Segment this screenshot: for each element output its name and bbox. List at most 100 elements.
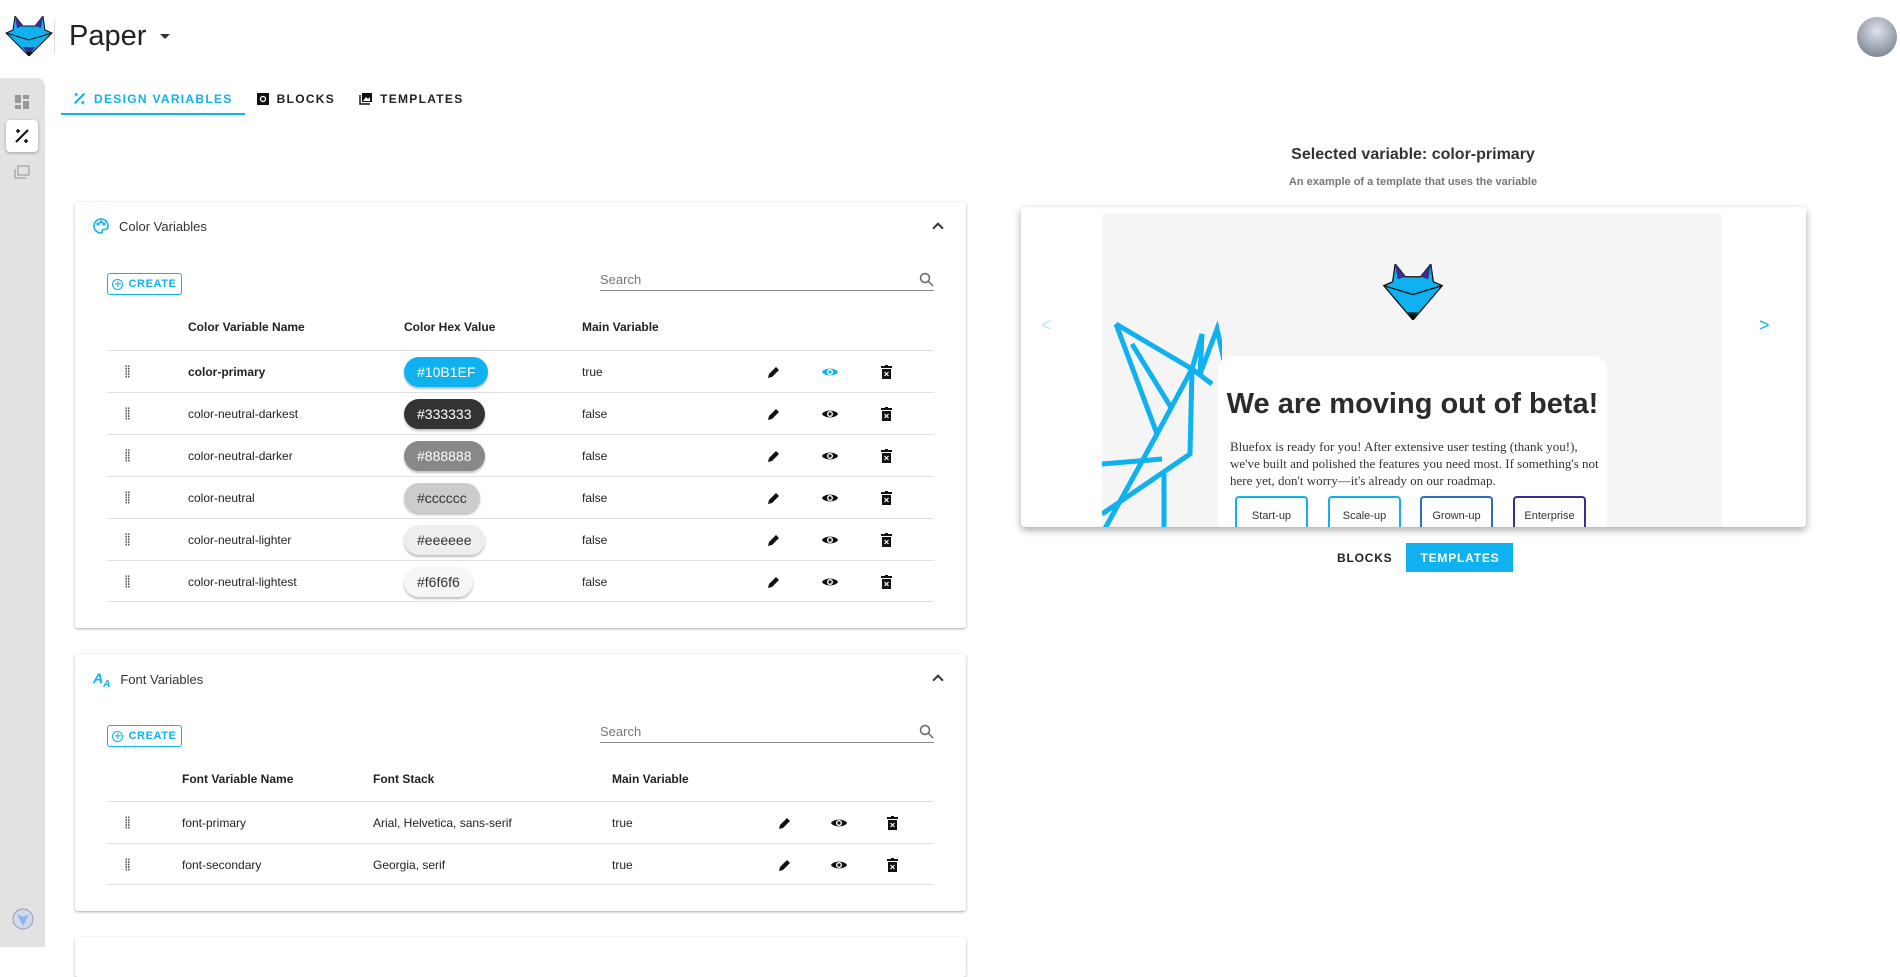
preview-eye-icon bbox=[822, 494, 838, 502]
font-stack: Georgia, serif bbox=[373, 857, 446, 872]
delete-trash-icon bbox=[886, 858, 898, 872]
collapse-chevron-icon[interactable] bbox=[932, 674, 944, 686]
create-font-button[interactable]: CREATE bbox=[107, 725, 182, 747]
drag-handle-icon[interactable] bbox=[125, 575, 130, 588]
template-preview[interactable]: We are moving out of beta! Bluefox is re… bbox=[1102, 214, 1722, 527]
drag-handle-icon[interactable] bbox=[125, 365, 130, 378]
panel-title: Color Variables bbox=[119, 218, 207, 234]
preview-button[interactable] bbox=[820, 362, 840, 382]
edit-button[interactable] bbox=[775, 855, 795, 875]
blocks-icon bbox=[256, 92, 269, 105]
delete-button[interactable] bbox=[876, 572, 896, 592]
color-search[interactable] bbox=[600, 269, 934, 291]
plan-button-grown-up[interactable]: Grown-up bbox=[1420, 496, 1493, 527]
delete-button[interactable] bbox=[882, 855, 902, 875]
workspace-selector[interactable]: Paper bbox=[69, 20, 171, 53]
edit-button[interactable] bbox=[764, 488, 784, 508]
main-variable-value: false bbox=[582, 406, 608, 421]
avatar[interactable] bbox=[1857, 17, 1897, 57]
delete-button[interactable] bbox=[876, 530, 896, 550]
drag-handle-icon[interactable] bbox=[125, 533, 130, 546]
design-tools-icon bbox=[15, 129, 29, 143]
table-row[interactable]: color-neutral-lightest #f6f6f6 false bbox=[107, 560, 934, 602]
column-header: Font Stack bbox=[373, 772, 435, 786]
tab-label: BLOCKS bbox=[276, 91, 336, 106]
search-input[interactable] bbox=[600, 272, 900, 287]
edit-button[interactable] bbox=[764, 404, 784, 424]
sidebar-item-dashboard[interactable] bbox=[6, 86, 38, 118]
edit-button[interactable] bbox=[764, 362, 784, 382]
search-input[interactable] bbox=[600, 724, 900, 739]
preview-button[interactable] bbox=[820, 530, 840, 550]
tab-label: DESIGN VARIABLES bbox=[94, 91, 233, 106]
bluefox-logo[interactable] bbox=[5, 16, 53, 56]
main-variable-value: false bbox=[582, 574, 608, 589]
column-header: Main Variable bbox=[612, 772, 689, 786]
delete-button[interactable] bbox=[876, 362, 896, 382]
delete-button[interactable] bbox=[882, 813, 902, 833]
delete-button[interactable] bbox=[876, 404, 896, 424]
sidebar-item-design[interactable] bbox=[6, 120, 38, 152]
color-variables-panel: Color Variables CREATE Color Variable Na… bbox=[75, 202, 966, 628]
carousel-prev-button[interactable]: < bbox=[1041, 315, 1052, 336]
carousel-next-button[interactable]: > bbox=[1759, 315, 1770, 336]
toggle-blocks-button[interactable]: BLOCKS bbox=[1323, 543, 1406, 572]
font-variables-panel: AA Font Variables CREATE Font Variable N… bbox=[75, 654, 966, 911]
edit-button[interactable] bbox=[775, 813, 795, 833]
preview-eye-icon bbox=[822, 578, 838, 586]
drag-handle-icon[interactable] bbox=[125, 858, 130, 871]
delete-button[interactable] bbox=[876, 488, 896, 508]
edit-button[interactable] bbox=[764, 530, 784, 550]
next-panel bbox=[75, 937, 966, 977]
preview-button[interactable] bbox=[829, 813, 849, 833]
toggle-templates-button[interactable]: TEMPLATES bbox=[1406, 543, 1514, 572]
variable-name: color-neutral-lighter bbox=[188, 532, 292, 547]
preview-eye-icon bbox=[822, 452, 838, 460]
drag-handle-icon[interactable] bbox=[125, 407, 130, 420]
edit-button[interactable] bbox=[764, 572, 784, 592]
collapse-chevron-icon[interactable] bbox=[932, 222, 944, 234]
email-heading: We are moving out of beta! bbox=[1226, 388, 1599, 420]
plan-button-start-up[interactable]: Start-up bbox=[1235, 496, 1308, 527]
preview-button[interactable] bbox=[820, 404, 840, 424]
selected-variable-title: Selected variable: color-primary bbox=[1291, 146, 1535, 163]
sidebar-item-library[interactable] bbox=[6, 156, 38, 188]
table-row[interactable]: font-primary Arial, Helvetica, sans-seri… bbox=[107, 801, 934, 843]
edit-pencil-icon bbox=[779, 860, 790, 871]
table-row[interactable]: font-secondary Georgia, serif true bbox=[107, 843, 934, 885]
search-icon[interactable] bbox=[919, 272, 934, 287]
preview-button[interactable] bbox=[829, 855, 849, 875]
delete-trash-icon bbox=[880, 365, 892, 379]
tab-templates[interactable]: TEMPLATES bbox=[347, 84, 475, 113]
preview-button[interactable] bbox=[820, 446, 840, 466]
table-row[interactable]: color-neutral-darker #888888 false bbox=[107, 434, 934, 476]
main-variable-value: true bbox=[612, 857, 633, 872]
plan-button-scale-up[interactable]: Scale-up bbox=[1328, 496, 1401, 527]
create-color-button[interactable]: CREATE bbox=[107, 273, 182, 295]
panel-header[interactable]: Color Variables bbox=[93, 218, 207, 234]
plan-button-enterprise[interactable]: Enterprise bbox=[1513, 496, 1586, 527]
drag-handle-icon[interactable] bbox=[125, 816, 130, 829]
drag-handle-icon[interactable] bbox=[125, 449, 130, 462]
bluefox-small-logo[interactable] bbox=[12, 908, 34, 930]
palette-icon bbox=[93, 218, 109, 234]
table-row[interactable]: color-neutral-darkest #333333 false bbox=[107, 392, 934, 434]
drag-handle-icon[interactable] bbox=[125, 491, 130, 504]
table-row[interactable]: color-neutral #cccccc false bbox=[107, 476, 934, 518]
search-icon[interactable] bbox=[919, 724, 934, 739]
delete-trash-icon bbox=[880, 575, 892, 589]
tab-design-variables[interactable]: DESIGN VARIABLES bbox=[61, 84, 245, 115]
delete-button[interactable] bbox=[876, 446, 896, 466]
table-row[interactable]: color-primary #10B1EF true bbox=[107, 350, 934, 392]
table-row[interactable]: color-neutral-lighter #eeeeee false bbox=[107, 518, 934, 560]
delete-trash-icon bbox=[880, 407, 892, 421]
origami-fox-illustration bbox=[1102, 320, 1222, 527]
panel-header[interactable]: AA Font Variables bbox=[93, 670, 203, 690]
preview-button[interactable] bbox=[820, 488, 840, 508]
preview-eye-icon bbox=[831, 861, 847, 869]
tab-blocks[interactable]: BLOCKS bbox=[245, 84, 347, 113]
edit-button[interactable] bbox=[764, 446, 784, 466]
font-icon: AA bbox=[93, 670, 111, 690]
preview-button[interactable] bbox=[820, 572, 840, 592]
font-search[interactable] bbox=[600, 721, 934, 743]
